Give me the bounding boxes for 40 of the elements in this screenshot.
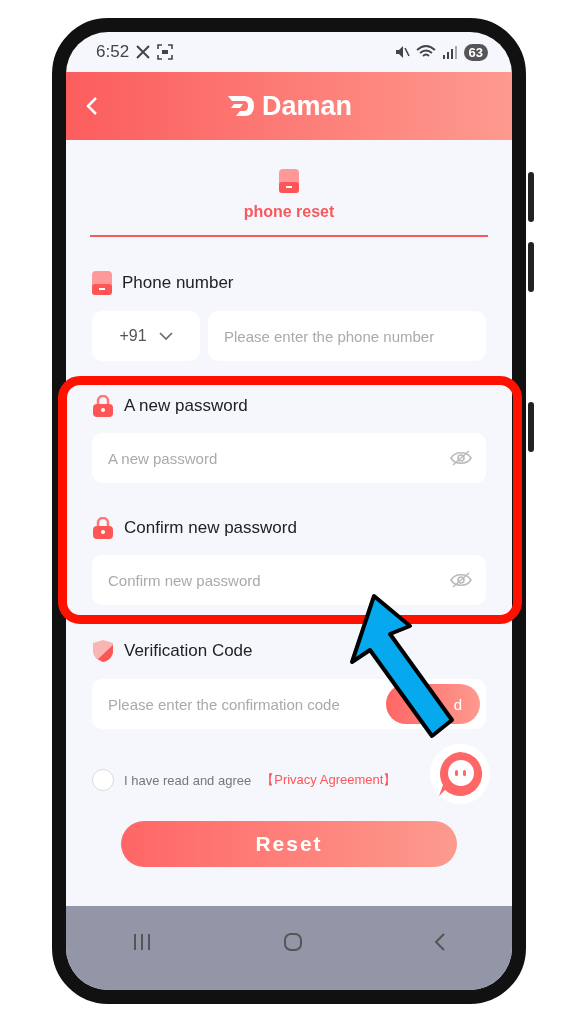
side-button[interactable] — [528, 172, 534, 222]
agree-text: I have read and agree — [124, 772, 252, 788]
shield-icon — [92, 639, 114, 663]
field-label: Confirm new password — [124, 518, 297, 538]
field-label: A new password — [124, 396, 248, 416]
input-box[interactable]: Confirm new password — [92, 555, 486, 605]
app-title: Daman — [262, 90, 352, 122]
phone-field[interactable]: Please enter the phone number — [222, 326, 472, 346]
input-box[interactable]: A new password — [92, 433, 486, 483]
back-icon[interactable] — [434, 932, 447, 952]
phone-icon — [279, 169, 299, 193]
logo-icon — [226, 94, 256, 118]
lock-icon — [92, 395, 114, 417]
recent-apps-icon[interactable] — [131, 933, 152, 951]
field-label: Phone number — [122, 273, 234, 293]
side-button[interactable] — [528, 402, 534, 452]
phone-icon — [92, 271, 112, 295]
input-box[interactable]: Please enter the confirmation code d — [92, 679, 486, 729]
mute-icon — [393, 44, 410, 60]
eye-off-icon[interactable] — [450, 572, 472, 588]
x-icon — [135, 44, 152, 60]
screenshot-icon — [157, 44, 174, 60]
chevron-down-icon — [158, 332, 173, 340]
status-time: 6:52 — [96, 42, 130, 62]
home-icon[interactable] — [283, 932, 303, 952]
input-box[interactable]: Please enter the phone number — [208, 311, 486, 361]
signal-icon — [441, 44, 458, 60]
password-field[interactable]: Confirm new password — [106, 570, 450, 590]
privacy-link[interactable]: 【Privacy Agreement】 — [261, 771, 397, 789]
tab[interactable]: phone reset — [90, 168, 488, 237]
lock-icon — [92, 517, 114, 539]
password-field[interactable]: A new password — [106, 448, 450, 468]
field-label: Verification Code — [124, 641, 253, 661]
code-field[interactable]: Please enter the confirmation code — [106, 694, 386, 714]
agree-checkbox[interactable] — [92, 769, 114, 791]
side-button[interactable] — [528, 242, 534, 292]
eye-off-icon[interactable] — [450, 450, 472, 466]
reset-button[interactable]: Reset — [121, 821, 457, 867]
country-code-dropdown[interactable]: +91 — [92, 311, 200, 361]
battery-level: 63 — [463, 43, 488, 61]
